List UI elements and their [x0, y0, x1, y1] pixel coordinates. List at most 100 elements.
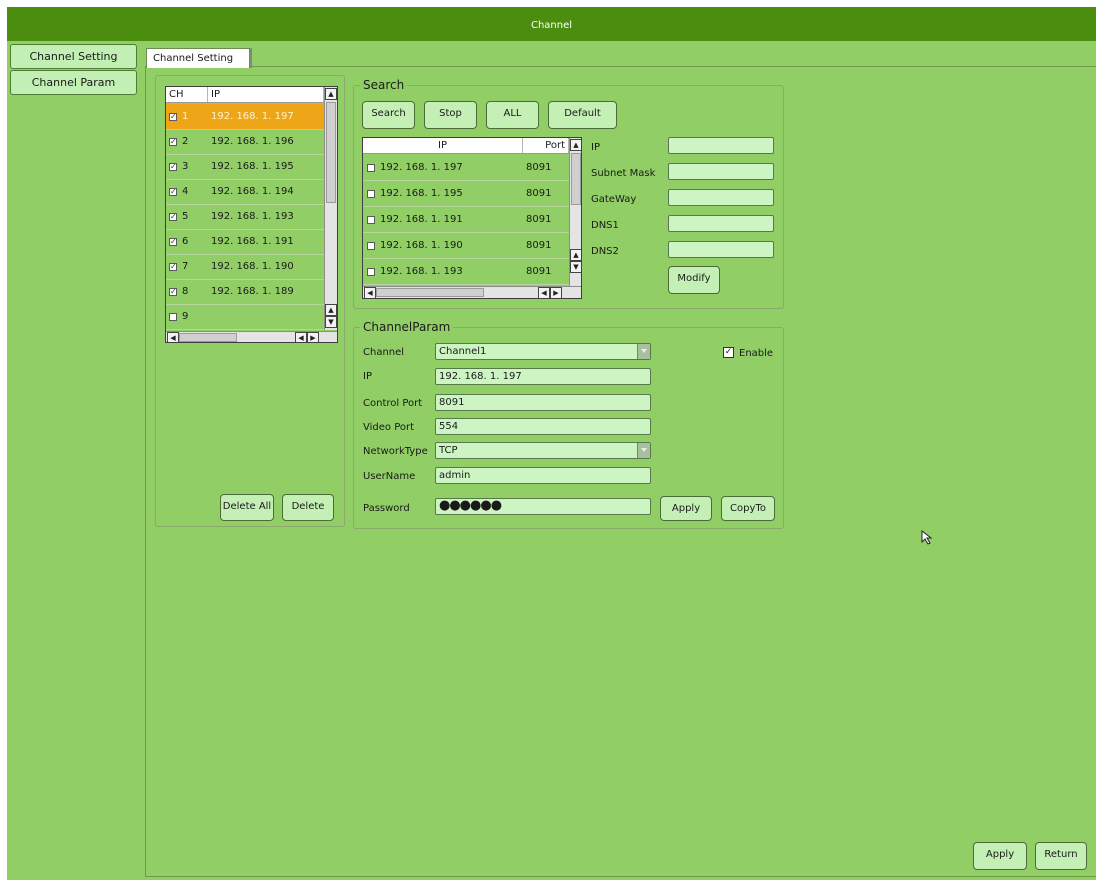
- column-header-port[interactable]: Port: [523, 138, 569, 153]
- scroll-thumb[interactable]: [571, 153, 581, 205]
- channel-number: 8: [182, 286, 189, 297]
- channel-checkbox[interactable]: ✓: [169, 163, 177, 171]
- channel-list-header: CH IP: [166, 87, 324, 103]
- channel-row[interactable]: ✓ 1 192. 168. 1. 197: [166, 104, 324, 130]
- channel-row[interactable]: ✓ 5 192. 168. 1. 193: [166, 204, 324, 230]
- search-row-ip: 192. 168. 1. 190: [380, 240, 463, 251]
- channel-ip: 192. 168. 1. 197: [211, 111, 294, 122]
- chevron-down-icon[interactable]: [637, 344, 650, 359]
- channel-row[interactable]: ✓ 2 192. 168. 1. 196: [166, 129, 324, 155]
- gateway-field[interactable]: [668, 189, 774, 206]
- stop-button[interactable]: Stop: [424, 101, 477, 129]
- scroll-left-icon[interactable]: ◀: [538, 287, 550, 298]
- dns2-field[interactable]: [668, 241, 774, 258]
- subnet-mask-label: Subnet Mask: [591, 168, 656, 179]
- scroll-left-icon[interactable]: ◀: [295, 332, 307, 342]
- scroll-right-icon[interactable]: ▶: [550, 287, 562, 298]
- scroll-right-icon[interactable]: ▶: [307, 332, 319, 342]
- username-label: UserName: [363, 471, 416, 482]
- channel-row[interactable]: ✓ 7 192. 168. 1. 190: [166, 254, 324, 280]
- check-icon: ✓: [724, 347, 733, 357]
- search-row-checkbox[interactable]: [367, 242, 375, 250]
- scroll-up-icon[interactable]: ▲: [570, 249, 581, 261]
- channel-row[interactable]: ✓ 6 192. 168. 1. 191: [166, 229, 324, 255]
- enable-checkbox[interactable]: ✓: [723, 347, 734, 358]
- default-button[interactable]: Default: [548, 101, 617, 129]
- search-row[interactable]: 192. 168. 1. 195 8091: [363, 181, 569, 207]
- channel-checkbox[interactable]: ✓: [169, 188, 177, 196]
- delete-button[interactable]: Delete: [282, 494, 334, 521]
- tab-channel-setting[interactable]: Channel Setting: [146, 48, 250, 68]
- channel-row[interactable]: 9: [166, 304, 324, 330]
- search-row-checkbox[interactable]: [367, 216, 375, 224]
- subnet-mask-field[interactable]: [668, 163, 774, 180]
- channel-row[interactable]: ✓ 3 192. 168. 1. 195: [166, 154, 324, 180]
- scroll-down-icon[interactable]: ▼: [570, 261, 581, 273]
- search-row[interactable]: 192. 168. 1. 190 8091: [363, 233, 569, 259]
- channel-row[interactable]: ✓ 8 192. 168. 1. 189: [166, 279, 324, 305]
- scroll-left-icon[interactable]: ◀: [364, 287, 376, 298]
- sidebar-item-channel-param[interactable]: Channel Param: [10, 70, 137, 95]
- search-button[interactable]: Search: [362, 101, 415, 129]
- channel-ip: 192. 168. 1. 190: [211, 261, 294, 272]
- chevron-down-icon[interactable]: [637, 443, 650, 458]
- scroll-down-icon[interactable]: ▼: [325, 316, 337, 328]
- username-field[interactable]: admin: [435, 467, 651, 484]
- search-row-port: 8091: [526, 162, 552, 173]
- video-port-label: Video Port: [363, 422, 415, 433]
- channel-checkbox[interactable]: ✓: [169, 213, 177, 221]
- search-row-ip: 192. 168. 1. 191: [380, 214, 463, 225]
- password-field[interactable]: ●●●●●●: [435, 498, 651, 515]
- enable-label: Enable: [739, 348, 774, 359]
- apply-button[interactable]: Apply: [973, 842, 1027, 870]
- search-row[interactable]: 192. 168. 1. 193 8091: [363, 259, 569, 285]
- search-list-vscrollbar[interactable]: ▲ ▲ ▼: [569, 138, 581, 286]
- column-header-ch[interactable]: CH: [166, 87, 208, 102]
- column-header-ip[interactable]: IP: [363, 138, 523, 153]
- gateway-label: GateWay: [591, 194, 637, 205]
- channel-checkbox[interactable]: ✓: [169, 288, 177, 296]
- channel-checkbox[interactable]: ✓: [169, 138, 177, 146]
- control-port-field[interactable]: 8091: [435, 394, 651, 411]
- channel-number: 7: [182, 261, 189, 272]
- all-button[interactable]: ALL: [486, 101, 539, 129]
- search-row-checkbox[interactable]: [367, 164, 375, 172]
- search-row[interactable]: 192. 168. 1. 191 8091: [363, 207, 569, 233]
- channel-list-hscrollbar[interactable]: ◀ ◀ ▶: [166, 331, 337, 342]
- scroll-left-icon[interactable]: ◀: [167, 332, 179, 342]
- apply-channel-param-button[interactable]: Apply: [660, 496, 712, 521]
- search-row-checkbox[interactable]: [367, 268, 375, 276]
- channel-select[interactable]: Channel1: [435, 343, 651, 360]
- channel-row[interactable]: ✓ 4 192. 168. 1. 194: [166, 179, 324, 205]
- search-result-list[interactable]: IP Port 192. 168. 1. 197 8091 192. 168. 1.…: [362, 137, 582, 299]
- ip-field[interactable]: 192. 168. 1. 197: [435, 368, 651, 385]
- channel-checkbox[interactable]: ✓: [169, 113, 177, 121]
- ip-field[interactable]: [668, 137, 774, 154]
- channel-list-vscrollbar[interactable]: ▲ ▲ ▼: [324, 87, 337, 330]
- channel-number: 6: [182, 236, 189, 247]
- modify-button[interactable]: Modify: [668, 266, 720, 294]
- search-list-header: IP Port: [363, 138, 569, 154]
- search-row-checkbox[interactable]: [367, 190, 375, 198]
- network-type-select[interactable]: TCP: [435, 442, 651, 459]
- search-row[interactable]: 192. 168. 1. 197 8091: [363, 155, 569, 181]
- dns1-field[interactable]: [668, 215, 774, 232]
- column-header-ip[interactable]: IP: [208, 87, 324, 102]
- copyto-button[interactable]: CopyTo: [721, 496, 775, 521]
- scroll-up-icon[interactable]: ▲: [325, 304, 337, 316]
- delete-all-button[interactable]: Delete All: [220, 494, 274, 521]
- channel-list[interactable]: CH IP ✓ 1 192. 168. 1. 197 ✓ 2 192. 168. 1. 1…: [165, 86, 338, 343]
- channel-checkbox[interactable]: [169, 313, 177, 321]
- channel-checkbox[interactable]: ✓: [169, 238, 177, 246]
- scroll-up-icon[interactable]: ▲: [570, 139, 581, 151]
- scroll-thumb[interactable]: [179, 333, 237, 342]
- search-list-hscrollbar[interactable]: ◀ ◀ ▶: [363, 286, 581, 298]
- return-button[interactable]: Return: [1035, 842, 1087, 870]
- video-port-field[interactable]: 554: [435, 418, 651, 435]
- scroll-thumb[interactable]: [326, 102, 336, 203]
- sidebar-item-channel-setting[interactable]: Channel Setting: [10, 44, 137, 69]
- scroll-thumb[interactable]: [376, 288, 484, 297]
- channel-checkbox[interactable]: ✓: [169, 263, 177, 271]
- search-row-ip: 192. 168. 1. 193: [380, 266, 463, 277]
- scroll-up-icon[interactable]: ▲: [325, 88, 337, 100]
